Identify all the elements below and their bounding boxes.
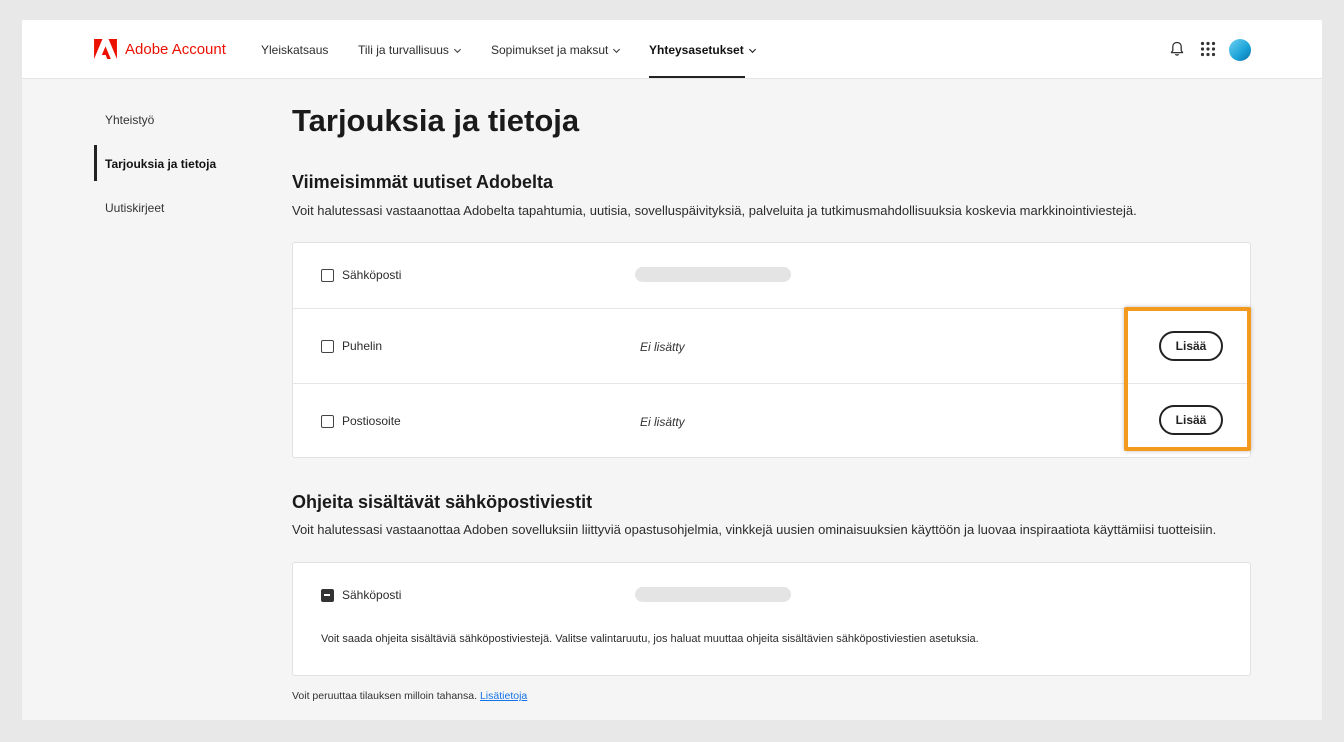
sidebar-item-yhteistyo[interactable]: Yhteistyö: [105, 113, 154, 127]
add-phone-button[interactable]: Lisää: [1159, 331, 1223, 361]
sidebar-item-tarjouksia-ja-tietoja[interactable]: Tarjouksia ja tietoja: [105, 157, 216, 171]
preference-row-email: Sähköposti: [293, 243, 1250, 309]
nav-label: Yhteysasetukset: [649, 43, 744, 57]
active-nav-indicator: [649, 76, 745, 78]
sidebar-item-uutiskirjeet[interactable]: Uutiskirjeet: [105, 201, 164, 215]
top-navigation-bar: Adobe Account Yleiskatsaus Tili ja turva…: [22, 20, 1322, 79]
tutorials-preferences-card: Sähköposti Voit saada ohjeita sisältäviä…: [292, 562, 1251, 676]
phone-checkbox[interactable]: [321, 340, 334, 353]
tutorials-note: Voit saada ohjeita sisältäviä sähköposti…: [321, 633, 979, 645]
nav-sopimukset-ja-maksut[interactable]: Sopimukset ja maksut: [491, 42, 621, 58]
tutorials-email-checkbox[interactable]: [321, 589, 334, 602]
nav-label: Sopimukset ja maksut: [491, 43, 609, 57]
news-section-title: Viimeisimmät uutiset Adobelta: [292, 172, 554, 192]
nav-label: Yleiskatsaus: [261, 43, 329, 57]
preference-row-phone: Puhelin Ei lisätty Lisää: [293, 309, 1250, 384]
row-label: Postiosoite: [342, 414, 401, 428]
nav-tili-ja-turvallisuus[interactable]: Tili ja turvallisuus: [358, 42, 462, 58]
add-address-button[interactable]: Lisää: [1159, 405, 1223, 435]
row-label: Sähköposti: [342, 268, 402, 282]
chevron-down-icon: [453, 48, 461, 53]
row-label: Sähköposti: [342, 588, 402, 602]
brand-name: Adobe Account: [125, 40, 226, 58]
row-label: Puhelin: [342, 339, 383, 353]
learn-more-link[interactable]: Lisätietoja: [480, 690, 527, 702]
app-frame: Adobe Account Yleiskatsaus Tili ja turva…: [22, 20, 1322, 720]
nav-yleiskatsaus[interactable]: Yleiskatsaus: [261, 42, 328, 58]
news-preferences-card: Sähköposti Puhelin Ei lisätty Lisää Post…: [292, 242, 1251, 458]
address-value: Ei lisätty: [640, 415, 685, 429]
tutorials-section-title: Ohjeita sisältävät sähköpostiviestit: [292, 492, 593, 512]
tutorials-email-placeholder: [635, 587, 791, 602]
adobe-logo[interactable]: Adobe Account: [94, 39, 226, 59]
tutorials-section-description: Voit halutessasi vastaanottaa Adoben sov…: [292, 522, 1217, 537]
phone-value: Ei lisätty: [640, 340, 685, 354]
chevron-down-icon: [748, 48, 756, 53]
avatar[interactable]: [1229, 39, 1251, 61]
bell-icon[interactable]: [1168, 40, 1186, 58]
preference-row-address: Postiosoite Ei lisätty Lisää: [293, 384, 1250, 458]
page-title: Tarjouksia ja tietoja: [292, 103, 580, 138]
footer-note: Voit peruuttaa tilauksen milloin tahansa…: [292, 690, 527, 702]
adobe-logo-icon: [94, 39, 117, 59]
chevron-down-icon: [613, 48, 621, 53]
apps-grid-icon[interactable]: [1199, 40, 1217, 58]
email-checkbox[interactable]: [321, 269, 334, 282]
address-checkbox[interactable]: [321, 415, 334, 428]
sidebar-active-indicator: [94, 145, 97, 181]
nav-label: Tili ja turvallisuus: [358, 43, 449, 57]
footer-text: Voit peruuttaa tilauksen milloin tahansa…: [292, 690, 478, 702]
nav-yhteysasetukset[interactable]: Yhteysasetukset: [649, 42, 757, 58]
email-value-placeholder: [635, 267, 791, 282]
news-section-description: Voit halutessasi vastaanottaa Adobelta t…: [292, 203, 1137, 218]
